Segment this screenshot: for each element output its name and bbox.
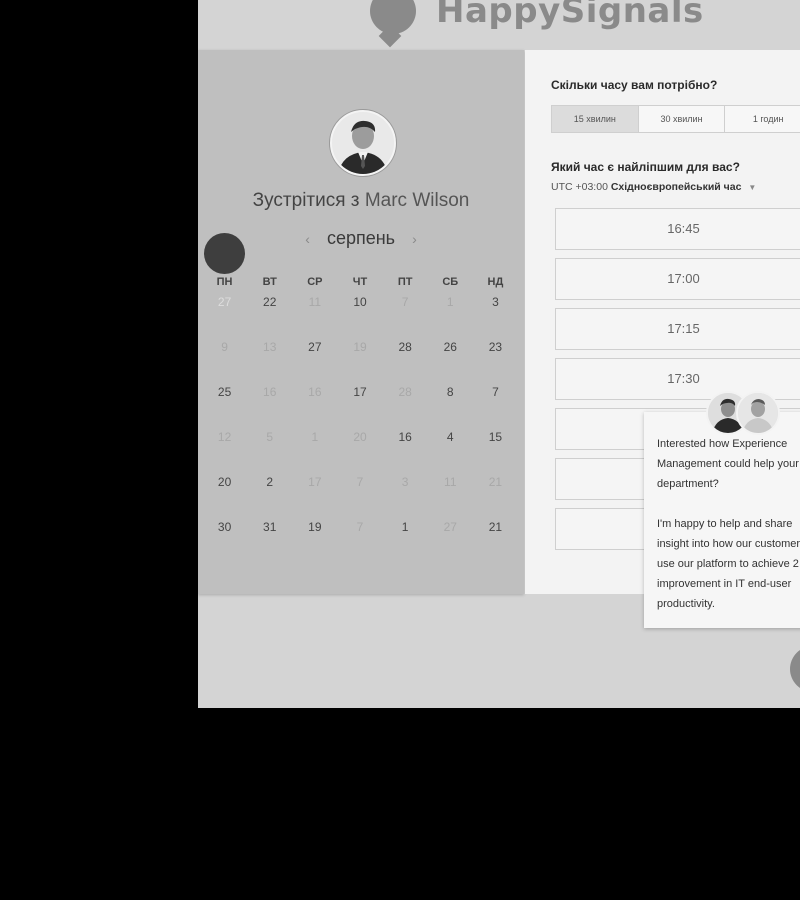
calendar-day: 28 — [398, 385, 412, 399]
calendar-week: 9 13 27 19 28 26 23 — [202, 337, 518, 382]
time-slot-button[interactable]: 17:15 — [555, 308, 800, 350]
chat-popup[interactable]: Interested how Experience Management cou… — [644, 412, 800, 628]
calendar-day[interactable]: 15 — [473, 427, 518, 472]
time-slot-button[interactable]: 17:00 — [555, 258, 800, 300]
time-question: Який час є найліпшим для вас? — [551, 160, 740, 174]
month-navigation: ‹ серпень › — [198, 228, 524, 249]
chat-message: Interested how Experience Management cou… — [657, 438, 800, 610]
calendar-day: 7 — [401, 295, 409, 309]
calendar-day: 17 — [308, 475, 322, 489]
chat-agent-avatars — [706, 391, 780, 435]
timezone-selector[interactable]: UTC +03:00 Східноєвропейський час ▼ — [551, 181, 756, 193]
calendar-day[interactable]: 30 — [202, 517, 247, 562]
duration-option[interactable]: 15 хвилин — [552, 106, 639, 132]
calendar-day[interactable]: 27 — [292, 337, 337, 382]
host-avatar — [330, 110, 396, 176]
calendar-day: 12 — [217, 430, 232, 444]
weekday-label: НД — [487, 276, 504, 288]
calendar-day[interactable]: 8 — [428, 382, 473, 427]
calendar-day[interactable]: 1 — [383, 517, 428, 562]
calendar-day: 20 — [353, 430, 367, 444]
weekday-header: ПН ВТ СР ЧТ ПТ СБ НД — [202, 272, 518, 292]
chevron-left-icon[interactable]: ‹ — [305, 231, 310, 247]
booking-page: HappySignals Зустрітися з Marc Wilson ‹ … — [198, 0, 800, 708]
calendar-day[interactable]: 19 — [292, 517, 337, 562]
calendar-week: 30 31 19 7 1 27 21 — [202, 517, 518, 562]
chevron-right-icon[interactable]: › — [412, 231, 417, 247]
calendar-week: 20 2 17 7 3 11 21 — [202, 472, 518, 517]
calendar-week: 25 16 16 17 28 8 7 — [202, 382, 518, 427]
calendar-day[interactable]: 7 — [473, 382, 518, 427]
calendar-day[interactable]: 2 — [247, 472, 292, 517]
meeting-title-prefix: Зустрітися з — [252, 190, 360, 211]
duration-option[interactable]: 1 годин — [725, 106, 800, 132]
host-name: Marc Wilson — [364, 190, 470, 211]
calendar-day[interactable]: 4 — [428, 427, 473, 472]
calendar-day[interactable]: 22 — [247, 292, 292, 337]
calendar-day[interactable]: 28 — [383, 337, 428, 382]
calendar-day: 7 — [356, 475, 364, 489]
weekday-label: СР — [307, 276, 323, 288]
calendar-day[interactable]: 3 — [473, 292, 518, 337]
weekday-label: ЧТ — [352, 276, 368, 288]
timezone-name: Східноєвропейський час — [610, 181, 742, 193]
weekday-label: ПН — [216, 276, 233, 288]
calendar-day[interactable]: 17 — [337, 382, 382, 427]
logo-text: HappySignals — [436, 0, 704, 31]
calendar-day: 9 — [221, 340, 228, 354]
weekday-label: ВТ — [262, 276, 277, 288]
calendar-day[interactable]: 10 — [337, 292, 382, 337]
calendar-day: 19 — [353, 340, 367, 354]
calendar-day[interactable]: 21 — [473, 517, 518, 562]
calendar-day[interactable]: 25 — [202, 382, 247, 427]
weekday-label: СБ — [442, 276, 459, 288]
logo-icon — [370, 0, 416, 34]
calendar-day[interactable]: 16 — [383, 427, 428, 472]
calendar-day: 27 — [443, 520, 457, 534]
time-slot-button[interactable]: 16:45 — [555, 208, 800, 250]
calendar-day: 21 — [488, 475, 503, 489]
duration-question: Скільки часу вам потрібно? — [551, 78, 718, 92]
calendar-day: 5 — [266, 430, 274, 444]
selected-day-highlight[interactable] — [204, 233, 245, 274]
calendar-day[interactable]: 31 — [247, 517, 292, 562]
calendar-day: 3 — [401, 475, 409, 489]
duration-option[interactable]: 30 хвилин — [639, 106, 726, 132]
calendar-day: 13 — [263, 340, 277, 354]
calendar-grid: ПН ВТ СР ЧТ ПТ СБ НД 27 22 11 10 7 1 3 9 13 27 19 28 26 23 2… — [202, 272, 518, 562]
agent-avatar — [736, 391, 780, 435]
calendar-day: 1 — [311, 430, 319, 444]
calendar-day: 1 — [446, 295, 454, 309]
month-label: серпень — [326, 228, 396, 248]
calendar-day: 11 — [308, 295, 322, 309]
duration-selector: 15 хвилин 30 хвилин 1 годин — [551, 105, 800, 133]
calendar-day: 16 — [308, 385, 322, 399]
caret-down-icon: ▼ — [748, 183, 757, 192]
happysignals-logo: HappySignals — [370, 0, 704, 36]
calendar-day[interactable]: 26 — [428, 337, 473, 382]
calendar-day[interactable]: 23 — [473, 337, 518, 382]
chat-icon[interactable] — [790, 646, 800, 692]
timezone-offset: UTC +03:00 — [551, 181, 608, 193]
meeting-title: Зустрітися з Marc Wilson — [198, 190, 524, 212]
calendar-day-selected[interactable]: 27 — [202, 292, 247, 337]
calendar-day[interactable]: 20 — [202, 472, 247, 517]
calendar-day: 11 — [444, 475, 457, 489]
calendar-days: 27 22 11 10 7 1 3 9 13 27 19 28 26 23 25 16 16 17 28 8 7 12 5 1… — [202, 292, 518, 562]
calendar-day: 16 — [263, 385, 277, 399]
calendar-week: 27 22 11 10 7 1 3 — [202, 292, 518, 337]
calendar-day: 7 — [356, 520, 364, 534]
calendar-panel: Зустрітися з Marc Wilson ‹ серпень › ПН В… — [198, 50, 524, 594]
calendar-week: 12 5 1 20 16 4 15 — [202, 427, 518, 472]
weekday-label: ПТ — [397, 276, 413, 288]
